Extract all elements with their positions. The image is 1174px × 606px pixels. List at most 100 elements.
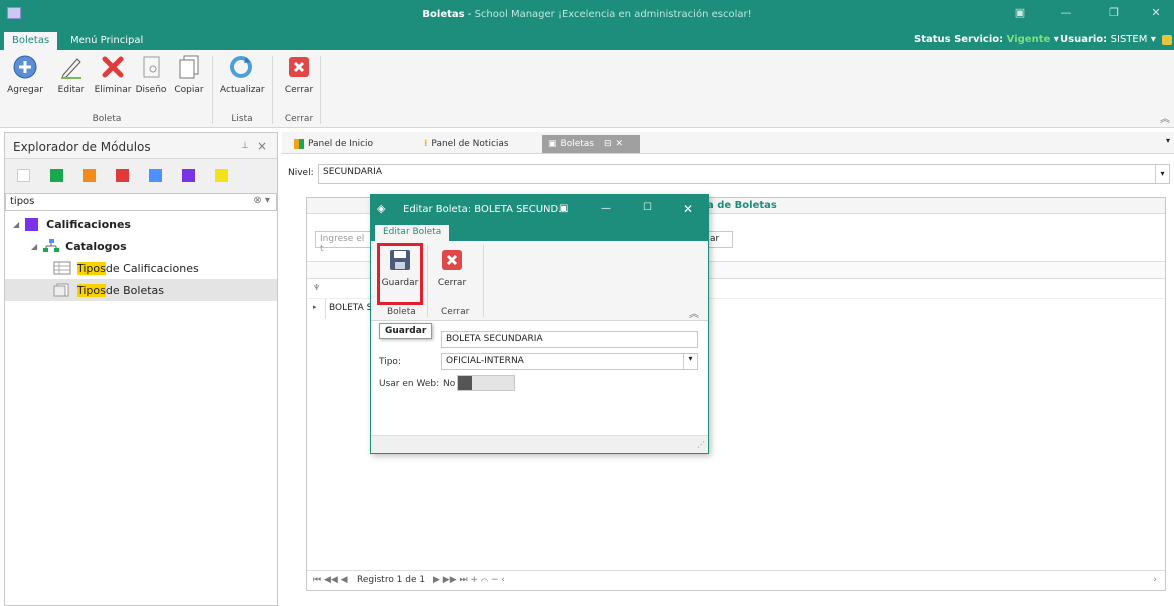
tab-panel-inicio-label: Panel de Inicio [308, 139, 374, 149]
chevron-down-icon[interactable]: ▾ [1155, 165, 1169, 183]
close-tab-icon[interactable]: ✕ [616, 139, 624, 149]
tab-panel-inicio[interactable]: Panel de Inicio [288, 135, 379, 153]
close-window-button[interactable]: ✕ [1148, 6, 1164, 20]
refresh-button[interactable]: Actualizar [220, 54, 265, 95]
dialog-close-button[interactable]: ✕ [683, 202, 693, 216]
maximize-button[interactable]: ❐ [1106, 6, 1122, 20]
ribbon-tabs-row: Boletas Menú Principal Status Servicio: … [0, 30, 1174, 50]
color-swatch-white[interactable] [17, 169, 30, 182]
close-button-label: Cerrar [284, 85, 314, 95]
delete-button-label: Eliminar [94, 85, 132, 95]
ribbon-group-boleta: Boleta [92, 114, 122, 124]
nivel-select[interactable]: SECUNDARIA ▾ [318, 164, 1170, 184]
design-button[interactable]: Diseño [130, 54, 172, 95]
resize-grip-icon[interactable]: ⋰ [697, 440, 705, 449]
copy-icon [179, 55, 199, 79]
color-filter-bar [5, 159, 277, 193]
add-button[interactable]: Agregar [4, 54, 46, 95]
status-servicio-label: Status Servicio: [914, 34, 1004, 45]
tree-highlight: Tipos [77, 283, 106, 297]
dialog-options-icon[interactable]: ▣ [559, 203, 568, 214]
tab-menu-principal[interactable]: Menú Principal [62, 32, 151, 50]
window-subtitle: School Manager ¡Excelencia en administra… [474, 9, 752, 20]
cerrar-button[interactable]: Cerrar [431, 247, 473, 288]
color-swatch-yellow[interactable] [215, 169, 228, 182]
tab-boletas-doc[interactable]: ▣ Boletas ⊟ ✕ [542, 135, 640, 153]
delete-icon [102, 56, 124, 78]
color-swatch-purple[interactable] [182, 169, 195, 182]
color-swatch-red[interactable] [116, 169, 129, 182]
close-icon [289, 57, 309, 77]
nombre-field[interactable]: BOLETA SECUNDARIA [441, 331, 698, 348]
pin-tab-icon[interactable]: ⊟ [604, 139, 612, 149]
hierarchy-icon [43, 239, 60, 252]
usar-web-toggle[interactable] [457, 375, 515, 391]
tab-panel-noticias[interactable]: ⁝ Panel de Noticias [418, 135, 515, 153]
usar-web-value: No [443, 379, 456, 389]
color-swatch-orange[interactable] [83, 169, 96, 182]
collapse-ribbon-icon[interactable]: ︽ [1160, 110, 1170, 125]
delete-button[interactable]: Eliminar [92, 54, 134, 95]
tree-node-catalogos[interactable]: ◢ Catalogos [31, 235, 275, 257]
tree-item-tipos-boletas[interactable]: Tipos de Boletas [5, 279, 277, 301]
tree-label-catalogos: Catalogos [65, 239, 127, 253]
dialog-app-icon: ◈ [377, 202, 386, 215]
expand-icon[interactable]: ◢ [31, 242, 37, 251]
grid-title: a de Boletas [707, 200, 777, 211]
expand-icon[interactable]: ◢ [13, 220, 19, 229]
close-panel-icon[interactable]: × [257, 139, 267, 153]
edit-icon [61, 58, 81, 79]
edit-button[interactable]: Editar [50, 54, 92, 95]
window-title-app: Boletas [422, 9, 465, 20]
grid-search-input[interactable]: Ingrese el t [315, 231, 375, 254]
nivel-label: Nivel: [288, 168, 314, 178]
grid-search-button[interactable]: ar [705, 231, 733, 248]
minimize-button[interactable]: — [1058, 6, 1074, 20]
status-servicio-value: Vigente [1006, 34, 1051, 45]
ribbon-separator [320, 56, 321, 124]
status-servicio[interactable]: Status Servicio: Vigente ▾ [914, 34, 1059, 45]
tab-boletas[interactable]: Boletas [4, 32, 58, 50]
color-swatch-blue[interactable] [149, 169, 162, 182]
grid-icon [53, 261, 71, 275]
module-explorer-title: Explorador de Módulos [13, 140, 151, 154]
scroll-right-icon[interactable]: › [1153, 575, 1157, 585]
tree-item-tipos-calificaciones[interactable]: Tipos de Calificaciones [53, 257, 275, 279]
design-icon [143, 56, 160, 78]
close-button[interactable]: Cerrar [278, 54, 320, 95]
tipo-select[interactable]: OFICIAL-INTERNA ▾ [441, 353, 698, 370]
module-color-icon [25, 217, 39, 231]
close-icon [442, 250, 462, 270]
color-swatch-green[interactable] [50, 169, 63, 182]
usuario-menu[interactable]: Usuario: SISTEM ▾ [1060, 34, 1156, 45]
collapse-ribbon-icon[interactable]: ︽ [689, 305, 699, 320]
module-search-input[interactable]: tipos ⊗ ▾ [5, 193, 277, 211]
dialog-group-boleta: Boleta [387, 307, 416, 317]
module-explorer-header: Explorador de Módulos ⊥ × [5, 133, 277, 159]
tab-panel-noticias-label: Panel de Noticias [431, 139, 509, 149]
clear-search-icon[interactable]: ⊗ ▾ [253, 195, 270, 206]
guardar-button[interactable]: Guardar [379, 247, 421, 288]
edit-button-label: Editar [57, 85, 85, 95]
copy-button[interactable]: Copiar [168, 54, 210, 95]
tab-editar-boleta[interactable]: Editar Boleta [375, 225, 450, 241]
dashboard-icon [294, 139, 304, 149]
tipo-label: Tipo: [379, 357, 401, 367]
tabs-dropdown-icon[interactable]: ▾ [1166, 136, 1170, 145]
user-icon[interactable] [1162, 35, 1172, 45]
tree-node-calificaciones[interactable]: ◢ Calificaciones [13, 213, 275, 235]
pin-icon[interactable]: ⊥ [241, 141, 249, 151]
module-search-value: tipos [10, 196, 35, 207]
dialog-status-bar: ⋰ [371, 435, 708, 453]
dialog-tabs: Editar Boleta [371, 223, 708, 241]
dialog-maximize-button[interactable]: ☐ [643, 202, 652, 213]
usuario-label: Usuario: [1060, 34, 1108, 45]
ribbon-separator [212, 56, 213, 124]
chevron-down-icon[interactable]: ▾ [683, 354, 697, 369]
edit-boleta-dialog: ◈ Editar Boleta: BOLETA SECUND... ▣ — ☐ … [370, 194, 709, 454]
nav-first-icon[interactable]: ⏮ ◀◀ ◀ [313, 575, 348, 585]
ribbon-display-options-icon[interactable]: ▣ [1012, 6, 1028, 20]
dialog-minimize-button[interactable]: — [601, 203, 611, 214]
refresh-button-label: Actualizar [220, 85, 265, 95]
nav-next-icon[interactable]: ▶ ▶▶ ⏭ + ⌒ − ‹ [433, 575, 505, 585]
